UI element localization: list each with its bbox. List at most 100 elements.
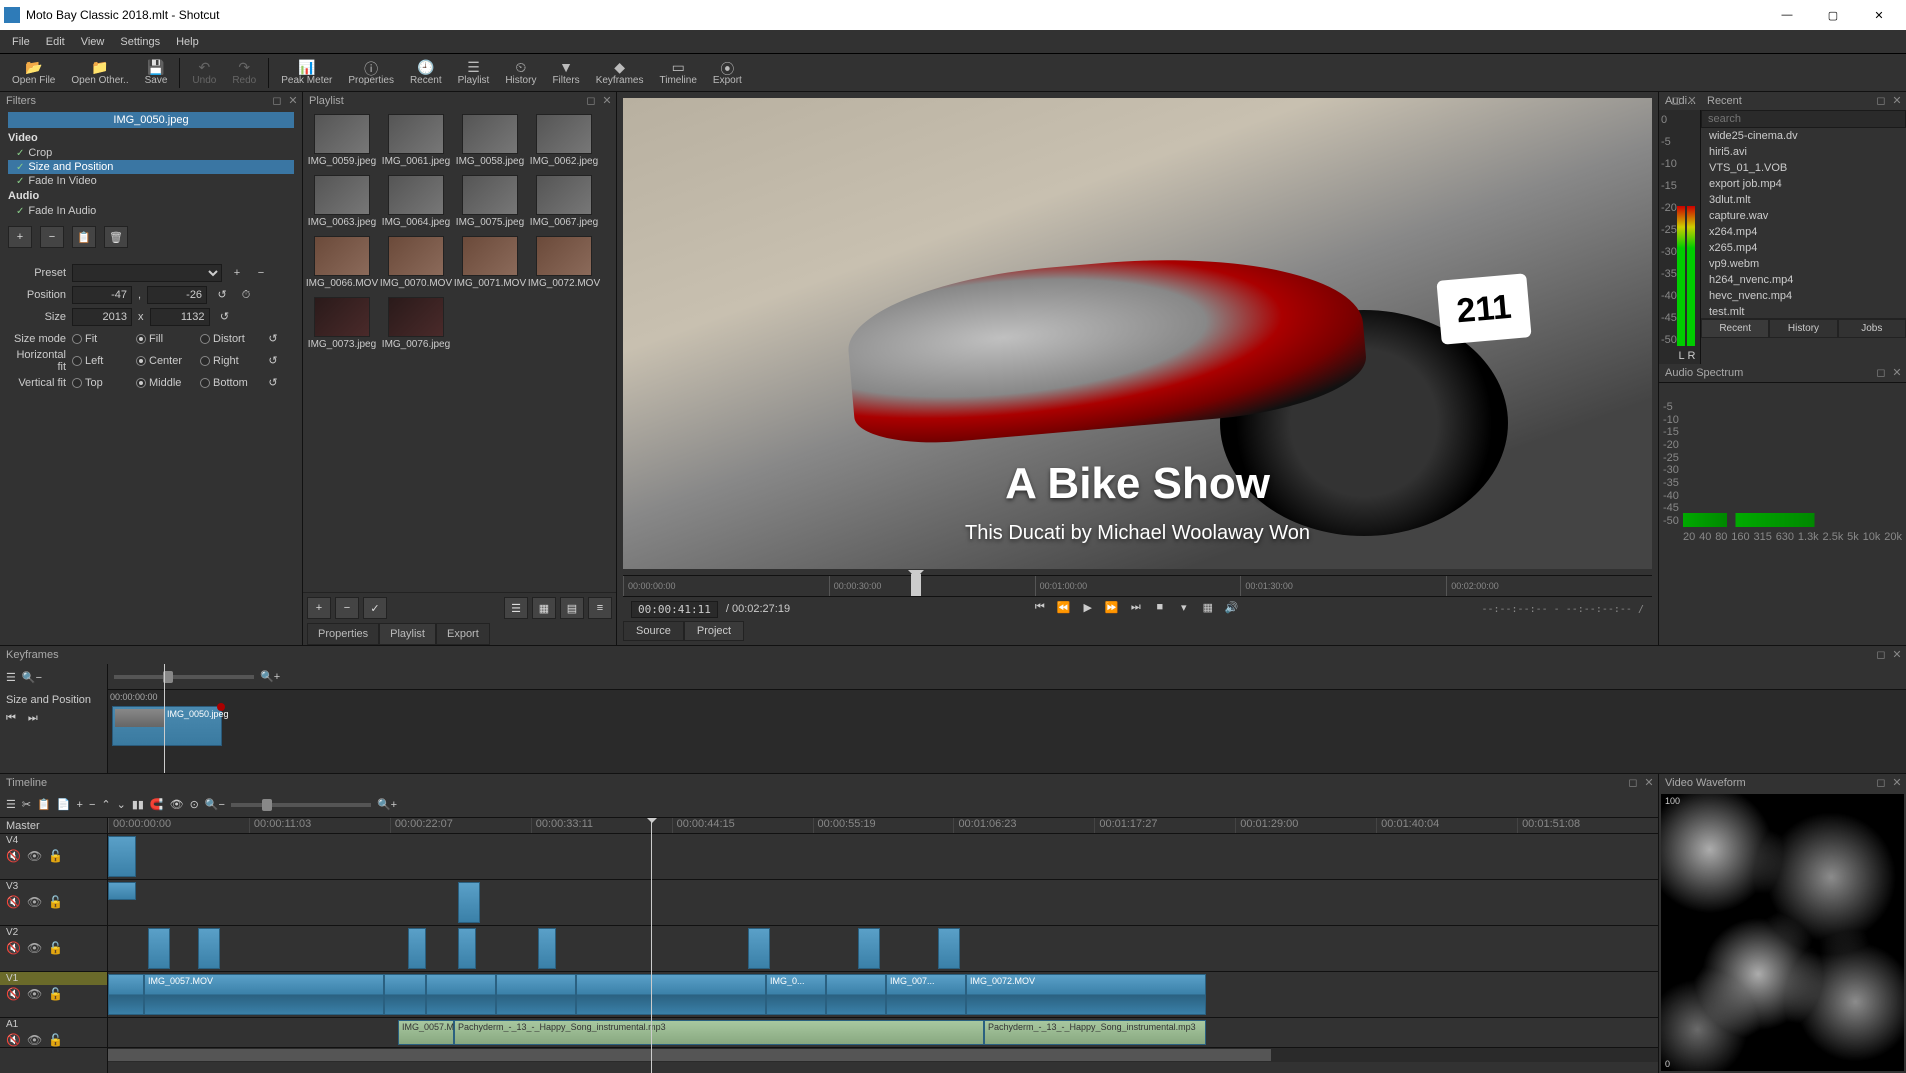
forward-icon[interactable]: ⏩ xyxy=(1104,601,1120,617)
clip[interactable] xyxy=(426,974,496,1015)
skip-start-icon[interactable]: ⏮ xyxy=(1032,601,1048,617)
playlist-item[interactable]: IMG_0073.jpeg xyxy=(307,297,377,350)
filter-item[interactable]: Size and Position xyxy=(8,160,294,174)
preview-ruler[interactable]: 00:00:00:0000:00:30:0000:01:00:0000:01:3… xyxy=(623,575,1652,597)
reset-icon[interactable]: ↺ xyxy=(213,286,231,304)
tl-copy-icon[interactable]: 📋 xyxy=(37,798,51,811)
recent-item[interactable]: wide25-cinema.dv xyxy=(1701,128,1906,144)
keyframes-lane[interactable]: 🔍+ 00:00:00:00 IMG_0050.jpeg xyxy=(108,664,1906,773)
grid-icon[interactable]: ▦ xyxy=(1200,601,1216,617)
maximize-button[interactable]: ▢ xyxy=(1810,0,1856,30)
copy-filter-button[interactable]: 📋 xyxy=(72,226,96,248)
close-button[interactable]: ✕ xyxy=(1856,0,1902,30)
menu-file[interactable]: File xyxy=(4,30,38,54)
clip[interactable] xyxy=(748,928,770,969)
reset-icon[interactable]: ↺ xyxy=(216,308,234,326)
recent-item[interactable]: x265.mp4 xyxy=(1701,240,1906,256)
playlist-add-button[interactable]: + xyxy=(307,597,331,619)
clip[interactable] xyxy=(458,928,476,969)
clip[interactable]: IMG_0072.MOV xyxy=(966,974,1206,1015)
clip[interactable] xyxy=(538,928,556,969)
panel-float-icon[interactable]: ◻ xyxy=(1874,364,1888,382)
play-icon[interactable]: ▶ xyxy=(1080,601,1096,617)
lock-icon[interactable]: 🔓 xyxy=(48,849,63,863)
tl-split-icon[interactable]: ▮▮ xyxy=(132,798,144,811)
zoom-icon[interactable]: ▾ xyxy=(1176,601,1192,617)
playlist-item[interactable]: IMG_0072.MOV xyxy=(529,236,599,289)
tab-properties[interactable]: Properties xyxy=(307,623,379,645)
filter-item[interactable]: Fade In Audio xyxy=(8,204,294,218)
remove-filter-button[interactable]: − xyxy=(40,226,64,248)
view-detail-icon[interactable]: ≡ xyxy=(588,597,612,619)
kf-clip[interactable]: IMG_0050.jpeg xyxy=(112,706,222,746)
redo-button[interactable]: ↷Redo xyxy=(224,55,264,91)
clip[interactable] xyxy=(408,928,426,969)
hide-icon[interactable]: 👁 xyxy=(27,941,42,955)
skip-end-icon[interactable]: ⏭ xyxy=(1128,601,1144,617)
playlist-item[interactable]: IMG_0064.jpeg xyxy=(381,175,451,228)
recent-item[interactable]: x264.mp4 xyxy=(1701,224,1906,240)
playlist-item[interactable]: IMG_0059.jpeg xyxy=(307,114,377,167)
hide-icon[interactable]: 👁 xyxy=(27,1033,42,1047)
panel-close-icon[interactable]: ✕ xyxy=(1642,774,1656,792)
reset-icon[interactable]: ↺ xyxy=(264,352,282,370)
timeline-lanes[interactable]: 00:00:00:0000:00:11:0300:00:22:0700:00:3… xyxy=(108,818,1658,1073)
panel-close-icon[interactable]: ✕ xyxy=(1685,92,1699,110)
recent-item[interactable]: capture.wav xyxy=(1701,208,1906,224)
panel-close-icon[interactable]: ✕ xyxy=(600,92,614,110)
clip[interactable] xyxy=(148,928,170,969)
timeline-button[interactable]: ▭Timeline xyxy=(651,55,704,91)
playlist-item[interactable]: IMG_0061.jpeg xyxy=(381,114,451,167)
radio-distort[interactable]: Distort xyxy=(200,333,258,345)
recent-item[interactable]: export job.mp4 xyxy=(1701,176,1906,192)
recent-item[interactable]: 3dlut.mlt xyxy=(1701,192,1906,208)
open-other--button[interactable]: 📁Open Other.. xyxy=(63,55,136,91)
panel-float-icon[interactable]: ◻ xyxy=(1874,774,1888,792)
clip[interactable] xyxy=(576,974,766,1015)
playlist-item[interactable]: IMG_0075.jpeg xyxy=(455,175,525,228)
volume-icon[interactable]: 🔊 xyxy=(1224,601,1240,617)
radio-middle[interactable]: Middle xyxy=(136,377,194,389)
playlist-item[interactable]: IMG_0058.jpeg xyxy=(455,114,525,167)
delete-filter-button[interactable]: 🗑 xyxy=(104,226,128,248)
clip[interactable] xyxy=(198,928,220,969)
filters-button[interactable]: ▼Filters xyxy=(544,55,587,91)
lock-icon[interactable]: 🔓 xyxy=(48,987,63,1001)
track-header-v2[interactable]: V2🔇👁🔓 xyxy=(0,926,107,972)
clip[interactable] xyxy=(496,974,576,1015)
mute-icon[interactable]: 🔇 xyxy=(6,895,21,909)
position-y-input[interactable] xyxy=(147,286,207,304)
track-header-v4[interactable]: V4🔇👁🔓 xyxy=(0,834,107,880)
panel-float-icon[interactable]: ◻ xyxy=(1874,646,1888,664)
timeline-scrollbar[interactable] xyxy=(108,1048,1658,1062)
playlist-check-button[interactable]: ✓ xyxy=(363,597,387,619)
tl-overwrite-icon[interactable]: ⌄ xyxy=(117,798,126,811)
reset-icon[interactable]: ↺ xyxy=(264,374,282,392)
tl-snap-icon[interactable]: 🧲 xyxy=(150,798,164,811)
preset-select[interactable] xyxy=(72,264,222,282)
kf-menu-icon[interactable]: ☰ xyxy=(6,671,16,684)
panel-close-icon[interactable]: ✕ xyxy=(1890,774,1904,792)
recent-item[interactable]: hiri5.avi xyxy=(1701,144,1906,160)
tl-menu-icon[interactable]: ☰ xyxy=(6,798,16,811)
preset-remove-icon[interactable]: − xyxy=(252,264,270,282)
position-x-input[interactable] xyxy=(72,286,132,304)
minimize-button[interactable]: — xyxy=(1764,0,1810,30)
recent-item[interactable]: vp9.webm xyxy=(1701,256,1906,272)
export-button[interactable]: ⦿Export xyxy=(705,55,750,91)
peak-meter-button[interactable]: 📊Peak Meter xyxy=(273,55,340,91)
kf-prev-icon[interactable]: ⏮ xyxy=(6,712,16,725)
kf-zoom-slider[interactable] xyxy=(114,675,254,679)
tab-recent[interactable]: Recent xyxy=(1701,319,1769,338)
tl-ripple-icon[interactable]: ⊙ xyxy=(190,798,199,811)
clip[interactable] xyxy=(858,928,880,969)
tab-history[interactable]: History xyxy=(1769,319,1837,338)
panel-float-icon[interactable]: ◻ xyxy=(584,92,598,110)
menu-view[interactable]: View xyxy=(73,30,113,54)
lock-icon[interactable]: 🔓 xyxy=(48,895,63,909)
kf-next-icon[interactable]: ⏭ xyxy=(28,712,38,725)
project-tab[interactable]: Project xyxy=(684,621,744,641)
preset-add-icon[interactable]: + xyxy=(228,264,246,282)
playlist-item[interactable]: IMG_0071.MOV xyxy=(455,236,525,289)
mute-icon[interactable]: 🔇 xyxy=(6,1033,21,1047)
